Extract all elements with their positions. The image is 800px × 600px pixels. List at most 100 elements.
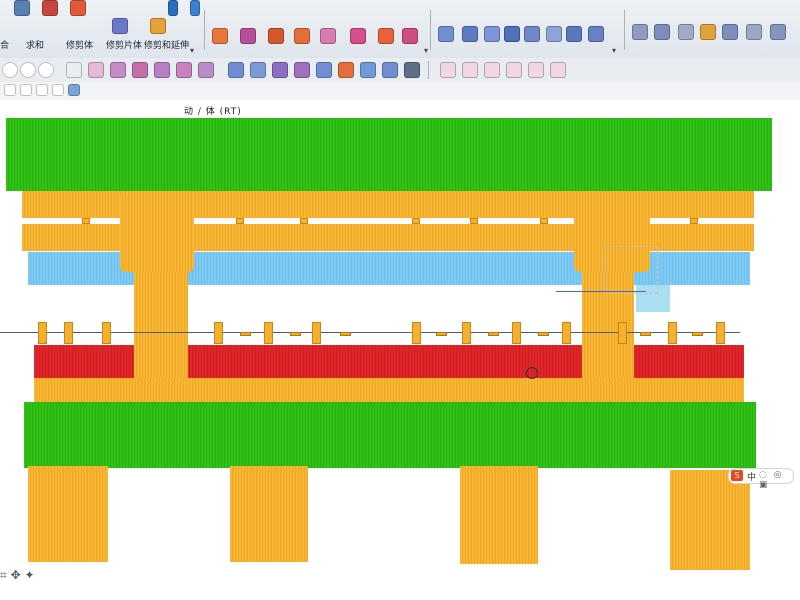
draft-icon[interactable]	[316, 62, 332, 78]
guide-bushing-left[interactable]	[120, 191, 194, 272]
cube-icon[interactable]	[42, 0, 58, 16]
snap-face-icon[interactable]	[68, 84, 80, 96]
spacer-block[interactable]	[470, 218, 478, 224]
strip-part[interactable]	[640, 332, 651, 336]
inferred-point-icon[interactable]: ✦	[24, 568, 34, 582]
arc-tool-icon[interactable]	[2, 62, 18, 78]
edge-blend-icon[interactable]	[272, 62, 288, 78]
surface-sew-icon[interactable]	[484, 26, 500, 42]
strip-part[interactable]	[692, 332, 703, 336]
project-curve-icon[interactable]	[154, 62, 170, 78]
sketch-extend-icon[interactable]	[550, 62, 566, 78]
sogou-icon[interactable]: S	[731, 470, 743, 481]
pilot-pin[interactable]	[512, 322, 521, 344]
trim-extend-icon[interactable]	[150, 18, 166, 34]
die-backing-plate[interactable]	[34, 378, 744, 403]
parallel-block[interactable]	[670, 470, 750, 570]
strip-part[interactable]	[340, 332, 351, 336]
feature-boss-icon[interactable]	[350, 28, 366, 44]
cylinder-icon[interactable]	[250, 62, 266, 78]
strip-part[interactable]	[488, 332, 499, 336]
sync-shell-icon[interactable]	[770, 24, 786, 40]
sketch-trim-icon[interactable]	[528, 62, 544, 78]
helix-icon[interactable]	[198, 62, 214, 78]
sketch-line-icon[interactable]	[440, 62, 456, 78]
pattern-icon[interactable]	[382, 62, 398, 78]
parallel-block[interactable]	[460, 466, 538, 564]
surface-resize-icon[interactable]	[588, 26, 604, 42]
snap-point-icon[interactable]: ✥	[11, 568, 21, 582]
pilot-pin[interactable]	[618, 322, 627, 344]
sketch-arc-icon[interactable]	[462, 62, 478, 78]
graphics-viewport[interactable]	[0, 100, 800, 600]
measure-icon[interactable]	[404, 62, 420, 78]
sync-pull-face-icon[interactable]	[654, 24, 670, 40]
pilot-pin[interactable]	[668, 322, 677, 344]
strip-part[interactable]	[240, 332, 251, 336]
top-clamp-plate[interactable]	[6, 118, 772, 191]
pilot-pin[interactable]	[562, 322, 571, 344]
snap-end-icon[interactable]	[20, 84, 32, 96]
mirror-icon[interactable]	[360, 62, 376, 78]
sync-replace-face-icon[interactable]	[700, 24, 716, 40]
spacer-block[interactable]	[300, 218, 308, 224]
chamfer-icon[interactable]	[294, 62, 310, 78]
unite-icon[interactable]	[14, 0, 30, 16]
circle-tool-icon[interactable]	[20, 62, 36, 78]
circle-center-icon[interactable]	[38, 62, 54, 78]
feature-pad-icon[interactable]	[402, 28, 418, 44]
offset-curve-icon[interactable]	[132, 62, 148, 78]
pilot-pin[interactable]	[716, 322, 725, 344]
snap-point-icon[interactable]	[4, 84, 16, 96]
snap-grid-icon[interactable]: ⌗	[0, 568, 7, 582]
ime-toolbar[interactable]: S 中 ◌ ◎ ▣	[728, 468, 794, 490]
snap-center-icon[interactable]	[52, 84, 64, 96]
spacer-block[interactable]	[690, 218, 698, 224]
sketch-rectangle-icon[interactable]	[506, 62, 522, 78]
sketch-profile-icon[interactable]	[484, 62, 500, 78]
parallel-block[interactable]	[230, 466, 308, 562]
fillet-tool-icon[interactable]	[110, 62, 126, 78]
surface-delete-icon[interactable]	[524, 26, 540, 42]
spacer-block[interactable]	[236, 218, 244, 224]
pilot-pin[interactable]	[312, 322, 321, 344]
strip-part[interactable]	[290, 332, 301, 336]
sync-offset-region-icon[interactable]	[678, 24, 694, 40]
bridge-curve-icon[interactable]	[176, 62, 192, 78]
trim-icon[interactable]	[70, 0, 86, 16]
sync-delete-face-icon[interactable]	[722, 24, 738, 40]
ime-tools-icon[interactable]: ◌ ◎ ▣	[759, 470, 793, 490]
sync-move-face-icon[interactable]	[632, 24, 648, 40]
play-alt-icon[interactable]	[190, 0, 200, 16]
pilot-pin[interactable]	[38, 322, 47, 344]
spacer-block[interactable]	[540, 218, 548, 224]
feature-sphere-icon[interactable]	[294, 28, 310, 44]
surface-extract-icon[interactable]	[438, 26, 454, 42]
parallel-block[interactable]	[28, 466, 108, 562]
feature-cone-icon[interactable]	[268, 28, 284, 44]
shell-icon[interactable]	[338, 62, 354, 78]
play-icon[interactable]	[168, 0, 178, 16]
pilot-pin[interactable]	[214, 322, 223, 344]
feature-hole-icon[interactable]	[320, 28, 336, 44]
feature-pocket-icon[interactable]	[378, 28, 394, 44]
feature-cylinder-icon[interactable]	[240, 28, 256, 44]
pilot-pin[interactable]	[462, 322, 471, 344]
pilot-pin[interactable]	[412, 322, 421, 344]
feature-block-icon[interactable]	[212, 28, 228, 44]
block-icon[interactable]	[228, 62, 244, 78]
strip-part[interactable]	[436, 332, 447, 336]
surface-offset-icon[interactable]	[462, 26, 478, 42]
feature-dropdown-icon[interactable]: ▾	[424, 46, 428, 55]
surface-patch-icon[interactable]	[504, 26, 520, 42]
sync-resize-icon[interactable]	[746, 24, 762, 40]
lower-die-shoe[interactable]	[24, 402, 756, 468]
ime-language-label[interactable]: 中	[747, 470, 756, 483]
surface-replace-icon[interactable]	[546, 26, 562, 42]
surface-move-icon[interactable]	[566, 26, 582, 42]
trim-extend-dropdown-icon[interactable]: ▾	[190, 46, 194, 55]
curve-tool-icon[interactable]	[88, 62, 104, 78]
spacer-block[interactable]	[82, 218, 90, 224]
surface-dropdown-icon[interactable]: ▾	[612, 46, 616, 55]
spacer-block[interactable]	[412, 218, 420, 224]
